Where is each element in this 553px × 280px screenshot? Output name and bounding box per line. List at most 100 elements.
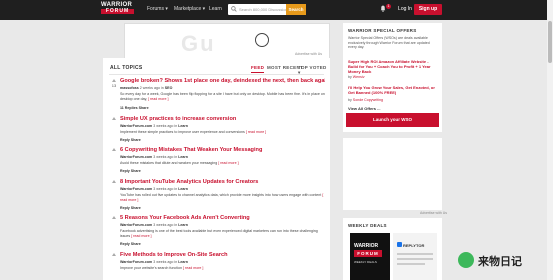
launch-wso-button[interactable]: Launch your WSO [346, 113, 439, 127]
post-time: 3 weeks ago [153, 124, 174, 128]
nav-label: Marketplace [174, 6, 202, 12]
post-excerpt-text: Improve your website's search function [120, 266, 183, 270]
post-time: 3 weeks ago [153, 260, 174, 264]
list-item: 5 Reasons Your Facebook Ads Aren't Conve… [103, 215, 330, 251]
deal-brand: REPLYTOR [403, 243, 425, 248]
view-all-offers-link[interactable]: View All Offers ... [348, 106, 380, 111]
read-more-link[interactable]: [ read more ] [218, 161, 238, 165]
login-button[interactable]: Log In [394, 4, 416, 15]
in-label: in [174, 155, 178, 159]
offer-author-link[interactable]: Sonde Copywriting [353, 98, 383, 102]
deal-image[interactable]: REPLYTOR [393, 233, 437, 280]
search-button[interactable]: Search [286, 4, 306, 15]
in-label: in [174, 260, 178, 264]
nav-learn[interactable]: Learn [209, 6, 222, 12]
vote-widget[interactable] [110, 216, 118, 219]
post-actions[interactable]: Reply Share [120, 169, 141, 173]
vote-widget[interactable] [110, 253, 118, 256]
offer-author-link[interactable]: Wensiv [353, 75, 365, 79]
post-category[interactable]: Learn [178, 155, 188, 159]
read-more-link[interactable]: [ read more ] [148, 97, 168, 101]
advertise-link[interactable]: Advertise with Us [295, 52, 322, 56]
post-title[interactable]: 8 Important YouTube Analytics Updates fo… [120, 179, 325, 185]
in-label: in [174, 124, 178, 128]
upvote-icon[interactable] [112, 253, 116, 256]
post-author[interactable]: WarriorForum.com [120, 260, 152, 264]
offer-link[interactable]: I'll Help You Grow Your Sales, Get Enzot… [348, 85, 438, 95]
nav-label: Learn [209, 6, 222, 12]
upvote-icon[interactable] [112, 180, 116, 183]
post-title[interactable]: Five Methods to Improve On-Site Search [120, 252, 325, 258]
post-meta: WarriorForum.com 3 weeks ago in Learn [120, 155, 188, 159]
ad-graphic [255, 33, 269, 47]
in-label: in [160, 86, 164, 90]
tab-feed[interactable]: FEED [251, 65, 265, 73]
upvote-icon[interactable] [112, 216, 116, 219]
upvote-icon[interactable] [112, 117, 116, 120]
read-more-link[interactable]: [ read more ] [183, 266, 203, 270]
list-item: 6 Copywriting Mistakes That Weaken Your … [103, 147, 330, 183]
deal-preview-line [397, 253, 433, 255]
post-category[interactable]: Learn [178, 187, 188, 191]
watermark: 来物日记 [458, 252, 546, 272]
search-input[interactable]: Search 800,000 Discussions [239, 7, 290, 12]
nav-label: Forums [147, 6, 164, 12]
vote-widget[interactable]: 13 [110, 79, 118, 88]
deal-logo-bottom: WEEKLY DEALS [354, 260, 377, 264]
read-more-link[interactable]: [ read more ] [131, 234, 151, 238]
post-author[interactable]: WarriorForum.com [120, 124, 152, 128]
deal-image[interactable]: WARRIOR FORUM WEEKLY DEALS [350, 233, 390, 280]
post-excerpt: So every day for a week, Google has been… [120, 92, 325, 102]
post-actions[interactable]: Reply Share [120, 242, 141, 246]
notification-badge: 1 [386, 4, 391, 9]
post-author[interactable]: WarriorForum.com [120, 187, 152, 191]
deals-heading: WEEKLY DEALS [348, 223, 387, 228]
post-category[interactable]: Learn [178, 260, 188, 264]
vote-widget[interactable] [110, 117, 118, 120]
post-title[interactable]: 5 Reasons Your Facebook Ads Aren't Conve… [120, 215, 325, 221]
post-actions[interactable]: Reply Share [120, 138, 141, 142]
vote-count: 13 [111, 83, 117, 88]
post-title[interactable]: 6 Copywriting Mistakes That Weaken Your … [120, 147, 325, 153]
post-author[interactable]: WarriorForum.com [120, 223, 152, 227]
in-label: in [174, 223, 178, 227]
post-actions[interactable]: Reply Share [120, 206, 141, 210]
post-meta: WarriorForum.com 3 weeks ago in Learn [120, 260, 188, 264]
post-excerpt: Improve your website's search function [… [120, 266, 325, 271]
advertise-link[interactable]: Advertise with Us [420, 211, 447, 215]
post-actions[interactable]: 11 Replies Share [120, 106, 149, 110]
offers-description: Warrior Special Offers (WSOs) are deals … [348, 36, 430, 50]
list-item: 13 Google broken? Shows 1st place one da… [103, 78, 330, 114]
chevron-down-icon: ▾ [202, 6, 206, 12]
post-author[interactable]: WarriorForum.com [120, 155, 152, 159]
feed-heading: ALL TOPICS [110, 65, 143, 71]
post-title[interactable]: Simple UX practices to increase conversi… [120, 116, 325, 122]
search-bar[interactable]: Search 800,000 Discussions Search [228, 4, 306, 15]
offer-author: by Sonde Copywriting [348, 98, 383, 102]
upvote-icon[interactable] [112, 148, 116, 151]
post-excerpt: Facebook advertising is one of the best … [120, 229, 325, 239]
upvote-icon[interactable] [112, 79, 116, 82]
post-excerpt-text: YouTube has rolled out five updates to c… [120, 193, 322, 197]
post-excerpt-text: Avoid these mistakes that dilute and wea… [120, 161, 218, 165]
list-item: Five Methods to Improve On-Site Search W… [103, 252, 330, 280]
signup-button[interactable]: Sign up [414, 4, 442, 15]
post-title[interactable]: Google broken? Shows 1st place one day, … [120, 78, 325, 84]
post-category[interactable]: Learn [178, 124, 188, 128]
vote-widget[interactable] [110, 148, 118, 151]
divider [109, 74, 324, 75]
nav-marketplace[interactable]: Marketplace ▾ [174, 6, 205, 12]
site-logo[interactable]: WARRIOR FORUM [101, 2, 134, 16]
deal-preview-line [397, 263, 425, 265]
vote-widget[interactable] [110, 180, 118, 183]
nav-forums[interactable]: Forums ▾ [147, 6, 168, 12]
post-category[interactable]: SEO [165, 86, 173, 90]
read-more-link[interactable]: [ read more ] [246, 130, 266, 134]
scrollbar-thumb[interactable] [548, 21, 552, 63]
post-category[interactable]: Learn [178, 223, 188, 227]
post-author[interactable]: massofoss [120, 86, 139, 90]
offer-link[interactable]: Super High ROI Amazon Affiliate Website … [348, 59, 438, 74]
deal-logo-mid: FORUM [354, 250, 382, 257]
post-time: 3 weeks ago [153, 155, 174, 159]
sidebar-ad[interactable] [343, 138, 442, 210]
